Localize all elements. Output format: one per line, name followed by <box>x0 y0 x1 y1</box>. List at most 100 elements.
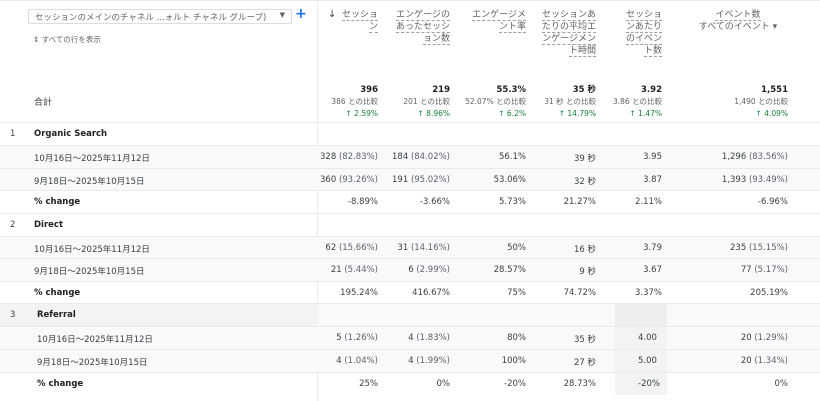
total-change: ↑ 8.96% <box>417 109 451 118</box>
metric-cell: 328 (82.83%) <box>318 152 378 162</box>
cell-percent: (93.26%) <box>338 174 378 185</box>
total-value: 35 秒 <box>572 85 596 95</box>
cell-value: 16 秒 <box>573 244 596 255</box>
metric-cell: 77 (5.17%) <box>664 265 788 275</box>
cell-percent: (15.15%) <box>748 242 788 253</box>
cell-value: -3.66% <box>419 197 450 207</box>
expand-icon: ⇕ <box>33 35 40 44</box>
metric-cell: 28.73% <box>528 379 596 389</box>
metric-cell: -6.96% <box>664 197 788 207</box>
cell-value: 53.06% <box>493 174 526 185</box>
column-header-label: セッションあたりのイベント数 <box>625 10 662 57</box>
metric-cell: 56.1% <box>452 152 526 162</box>
cell-value: 31 <box>397 242 409 253</box>
row-label: % change <box>34 287 81 298</box>
cell-value: 1,393 <box>721 174 747 185</box>
cell-value: 62 <box>325 242 337 253</box>
total-compare: 1,490 との比較 <box>734 97 788 106</box>
cell-percent: (5.44%) <box>344 265 378 275</box>
dimension-label: セッションのメインのチャネル ...ォルト チャネル グループ) <box>35 13 267 23</box>
total-cell: 219 201 との比較 ↑ 8.96% <box>380 84 450 120</box>
row-label: 9月18日～2025年10月15日 <box>34 176 145 187</box>
metric-cell: 416.67% <box>380 288 450 298</box>
group-row[interactable]: 1 Organic Search <box>0 122 820 145</box>
group-row[interactable]: 3 Referral <box>0 303 820 326</box>
metric-cell: 35 秒 <box>528 333 596 345</box>
cell-percent: (84.02%) <box>410 152 450 162</box>
cell-value: 32 秒 <box>573 176 596 187</box>
cell-value: 3.95 <box>643 152 662 162</box>
cell-value: 0% <box>774 378 789 389</box>
column-header-label: セッション <box>341 10 378 33</box>
cell-percent: (14.16%) <box>410 242 450 253</box>
metric-cell: 5.73% <box>452 197 526 207</box>
group-number: 1 <box>10 129 16 139</box>
row-label: % change <box>34 197 81 207</box>
row-label: 10月16日～2025年11月12日 <box>37 335 153 345</box>
metric-cell: 20 (1.29%) <box>664 333 788 343</box>
metric-cell: 21 (5.44%) <box>318 265 378 275</box>
cell-value: 80% <box>507 333 526 343</box>
column-header-label: セッションあたりの平均エンゲージメント時間 <box>541 10 596 57</box>
total-compare: 386 との比較 <box>331 97 378 106</box>
column-header[interactable]: セッションあたりの平均エンゲージメント時間 <box>536 9 596 57</box>
column-header-label: エンゲージのあったセッション数 <box>396 10 451 45</box>
table-row: 10月16日～2025年11月12日 62 (15.66%) 31 (14.16%)… <box>0 235 820 259</box>
cell-value: -8.89% <box>347 197 378 207</box>
column-header[interactable]: イベント数 すべてのイベント ▾ <box>690 9 786 33</box>
dimension-select[interactable]: セッションのメインのチャネル ...ォルト チャネル グループ) ▼ <box>28 9 292 24</box>
sort-desc-icon[interactable]: ↓ <box>328 9 336 20</box>
column-header-label: エンゲージメント率 <box>472 10 526 33</box>
cell-value: 100% <box>501 356 526 366</box>
group-row[interactable]: 2 Direct <box>0 212 820 236</box>
cell-value: 5 <box>336 333 342 343</box>
cell-value: 4 <box>408 333 414 343</box>
total-change: ↑ 1.47% <box>629 109 663 118</box>
cell-value: -20% <box>638 378 660 389</box>
table-row: 10月16日～2025年11月12日 328 (82.83%) 184 (84.02… <box>0 145 820 168</box>
total-cell: 55.3% 52.07% との比較 ↑ 6.2% <box>452 84 526 120</box>
group-name: Organic Search <box>34 129 108 139</box>
metric-cell: 9 秒 <box>528 265 596 277</box>
table-row: 9月18日～2025年10月15日 21 (5.44%) 6 (2.99%) 28.5… <box>0 258 820 281</box>
total-cell: 396 386 との比較 ↑ 2.59% <box>318 84 378 120</box>
column-header[interactable]: セッション <box>340 9 378 33</box>
total-compare: 31 秒 との比較 <box>544 97 596 106</box>
metric-cell: 32 秒 <box>528 175 596 187</box>
total-cell: 35 秒 31 秒 との比較 ↑ 14.79% <box>528 84 596 120</box>
cell-value: 75% <box>507 287 526 298</box>
metric-cell: 53.06% <box>452 175 526 185</box>
cell-value: 50% <box>507 242 526 253</box>
metric-cell: -20% <box>452 379 526 389</box>
totals-label: 合計 <box>34 98 53 108</box>
metric-cell: 5 (1.26%) <box>318 333 378 343</box>
metric-cell: 0% <box>664 378 789 389</box>
column-header[interactable]: エンゲージメント率 <box>464 9 526 33</box>
total-compare: 52.07% との比較 <box>465 97 526 106</box>
cell-value: 56.1% <box>498 152 526 162</box>
metric-cell: 75% <box>452 288 526 298</box>
column-header[interactable]: エンゲージのあったセッション数 <box>396 9 451 45</box>
add-dimension-button[interactable]: + <box>295 6 307 22</box>
metric-cell: 74.72% <box>528 288 596 298</box>
column-header[interactable]: セッションあたりのイベント数 <box>618 9 662 57</box>
cell-percent: (1.04%) <box>344 356 378 366</box>
table-row: % change 25% 0% -20% 28.73% -20% 0% <box>0 371 820 395</box>
show-all-label: すべての行を表示 <box>41 35 101 44</box>
metric-cell: 3.37% <box>598 288 662 298</box>
metric-cell: 235 (15.15%) <box>664 243 788 253</box>
metric-cell: 2.11% <box>598 197 662 207</box>
cell-value: 4.00 <box>638 333 657 343</box>
cell-percent: (15.66%) <box>338 242 378 253</box>
cell-value: 1,296 <box>721 152 747 162</box>
total-value: 396 <box>360 85 378 95</box>
total-value: 1,551 <box>761 85 788 95</box>
total-change: ↑ 2.59% <box>345 109 379 118</box>
table-row: 9月18日～2025年10月15日 360 (93.26%) 191 (95.02%… <box>0 167 820 191</box>
event-filter-select[interactable]: すべてのイベント ▾ <box>699 22 777 32</box>
metric-cell: 20 (1.34%) <box>664 356 788 366</box>
cell-value: 28.73% <box>563 378 596 389</box>
table-row: % change 195.24% 416.67% 75% 74.72% 3.37% 205.… <box>0 280 820 304</box>
show-all-rows-button[interactable]: ⇕ すべての行を表示 <box>33 34 101 45</box>
total-value: 219 <box>432 85 450 95</box>
